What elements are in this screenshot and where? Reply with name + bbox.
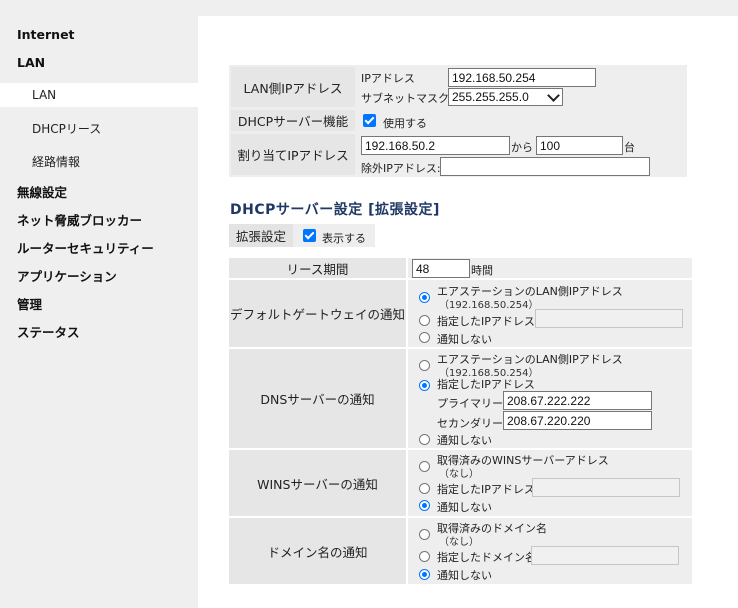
dns-specified-radio[interactable] bbox=[419, 380, 430, 391]
sidebar-item-lan-group[interactable]: LAN bbox=[0, 54, 198, 72]
sidebar-item-applications[interactable]: アプリケーション bbox=[0, 268, 198, 286]
dhcp-enable-checkbox[interactable] bbox=[363, 114, 376, 127]
assign-unit-label: 台 bbox=[624, 141, 635, 154]
gateway-none-label: 通知しない bbox=[437, 333, 492, 346]
domain-acquired-sub: （なし） bbox=[439, 537, 479, 548]
extended-settings-label: 拡張設定 bbox=[229, 224, 293, 247]
wins-acquired-radio[interactable] bbox=[419, 461, 430, 472]
domain-acquired-radio[interactable] bbox=[419, 529, 430, 540]
lease-period-input[interactable] bbox=[412, 259, 470, 278]
show-extended-checkbox[interactable] bbox=[303, 229, 316, 242]
wins-acquired-sub: （なし） bbox=[439, 469, 479, 480]
wins-none-label: 通知しない bbox=[437, 501, 492, 514]
dns-none-radio[interactable] bbox=[419, 434, 430, 445]
dns-none-label: 通知しない bbox=[437, 434, 492, 447]
wins-specified-radio[interactable] bbox=[419, 483, 430, 494]
domain-specified-radio[interactable] bbox=[419, 551, 430, 562]
wins-none-radio[interactable] bbox=[419, 500, 430, 511]
gateway-station-sub: （192.168.50.254） bbox=[439, 300, 539, 311]
chevron-down-icon bbox=[547, 89, 560, 102]
dns-primary-input[interactable] bbox=[503, 391, 652, 410]
sidebar-item-route-info[interactable]: 経路情報 bbox=[0, 152, 198, 172]
assign-from-label: から bbox=[511, 141, 533, 154]
gateway-station-radio[interactable] bbox=[419, 292, 430, 303]
ip-address-input[interactable] bbox=[448, 68, 596, 87]
subnet-mask-select[interactable]: 255.255.255.0 bbox=[448, 88, 563, 106]
lease-unit-label: 時間 bbox=[471, 264, 493, 277]
dns-secondary-input[interactable] bbox=[503, 411, 652, 430]
ip-address-label: IPアドレス bbox=[361, 72, 415, 85]
sidebar-item-wireless[interactable]: 無線設定 bbox=[0, 184, 198, 202]
subnet-mask-label: サブネットマスク bbox=[361, 92, 449, 105]
gateway-none-radio[interactable] bbox=[419, 332, 430, 343]
sidebar-item-internet[interactable]: Internet bbox=[0, 26, 198, 44]
dns-notify-label: DNSサーバーの通知 bbox=[229, 349, 406, 448]
lan-ip-label: LAN側IPアドレス bbox=[231, 67, 355, 107]
gateway-specified-input[interactable] bbox=[535, 309, 683, 328]
assign-ip-label: 割り当てIPアドレス bbox=[231, 134, 355, 175]
sidebar: Internet LAN LAN DHCPリース 経路情報 無線設定 ネット脅威… bbox=[0, 0, 198, 608]
dns-primary-label: プライマリー bbox=[437, 397, 503, 410]
domain-specified-label: 指定したドメイン名 bbox=[437, 551, 536, 564]
assign-count-input[interactable] bbox=[536, 136, 623, 155]
domain-none-label: 通知しない bbox=[437, 569, 492, 582]
gateway-notify-label: デフォルトゲートウェイの通知 bbox=[229, 280, 406, 347]
dhcp-server-label: DHCPサーバー機能 bbox=[231, 110, 355, 131]
main-panel: LAN側IPアドレス IPアドレス サブネットマスク 255.255.255.0… bbox=[198, 16, 738, 608]
dhcp-extended-table: リース期間 時間 デフォルトゲートウェイの通知 エアステーションのLAN側IPア… bbox=[227, 256, 694, 586]
sidebar-item-status[interactable]: ステータス bbox=[0, 324, 198, 342]
sidebar-item-admin[interactable]: 管理 bbox=[0, 296, 198, 314]
dns-station-radio[interactable] bbox=[419, 360, 430, 371]
sidebar-item-router-security[interactable]: ルーターセキュリティー bbox=[0, 240, 198, 258]
lease-period-label: リース期間 bbox=[229, 258, 406, 278]
sidebar-item-lan[interactable]: LAN bbox=[0, 83, 198, 107]
exclude-ip-input[interactable] bbox=[440, 157, 650, 176]
wins-notify-label: WINSサーバーの通知 bbox=[229, 450, 406, 516]
domain-specified-input[interactable] bbox=[531, 546, 679, 565]
show-extended-label: 表示する bbox=[322, 232, 366, 245]
domain-none-radio[interactable] bbox=[419, 569, 430, 580]
domain-notify-label: ドメイン名の通知 bbox=[229, 518, 406, 584]
wins-specified-input[interactable] bbox=[532, 478, 680, 497]
sidebar-item-threat-blocker[interactable]: ネット脅威ブロッカー bbox=[0, 212, 198, 230]
extended-toggle-row: 拡張設定 表示する bbox=[229, 224, 375, 247]
sidebar-item-dhcp-lease[interactable]: DHCPリース bbox=[0, 119, 198, 139]
lan-settings-table: LAN側IPアドレス IPアドレス サブネットマスク 255.255.255.0… bbox=[229, 65, 687, 177]
dns-specified-label: 指定したIPアドレス bbox=[437, 378, 535, 391]
exclude-ip-label: 除外IPアドレス: bbox=[361, 162, 441, 175]
dhcp-extended-heading: DHCPサーバー設定 [拡張設定] bbox=[230, 202, 440, 218]
gateway-specified-radio[interactable] bbox=[419, 315, 430, 326]
dhcp-enable-label: 使用する bbox=[383, 117, 427, 130]
dns-secondary-label: セカンダリー bbox=[437, 417, 503, 430]
subnet-mask-value: 255.255.255.0 bbox=[452, 90, 529, 104]
wins-specified-label: 指定したIPアドレス bbox=[437, 483, 535, 496]
gateway-specified-label: 指定したIPアドレス bbox=[437, 315, 535, 328]
assign-start-input[interactable] bbox=[361, 136, 510, 155]
